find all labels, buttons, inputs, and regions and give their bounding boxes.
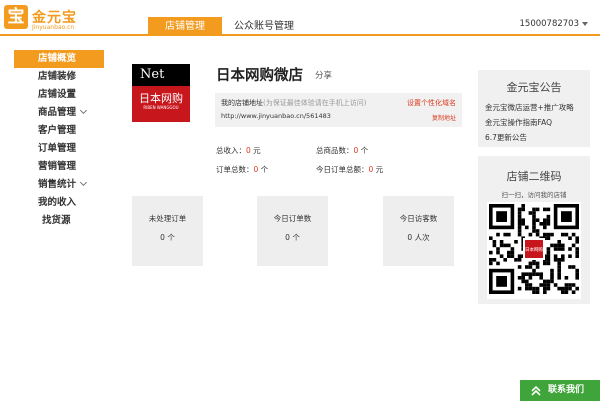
card-title: 今日订单数 <box>273 214 312 223</box>
account-phone: 15000782703 <box>519 19 580 29</box>
notice-link[interactable]: 6.7更新公告 <box>485 132 527 143</box>
caret-down-icon <box>582 21 588 26</box>
stat-unit: 个 <box>260 165 269 174</box>
sidebar-item-shop-decoration[interactable]: 店铺装修 <box>14 68 104 86</box>
today-orders-card[interactable]: 今日订单数 0 个 <box>257 196 328 266</box>
shop-name: 日本网购微店 <box>216 68 303 84</box>
chevron-down-icon <box>79 106 88 115</box>
card-value: 0 个 <box>160 233 175 242</box>
sidebar-item-label: 营销管理 <box>38 161 77 172</box>
sidebar-item-customer-management[interactable]: 客户管理 <box>14 122 104 140</box>
notice-title: 金元宝公告 <box>506 81 562 94</box>
unprocessed-orders-card[interactable]: 未处理订单 0 个 <box>132 196 203 266</box>
total-income-stat: 总收入：0 元 <box>216 145 261 156</box>
qrcode-title: 店铺二维码 <box>506 170 562 183</box>
contact-us-button[interactable]: 联系我们 <box>520 380 600 401</box>
sidebar-item-label: 我的收入 <box>38 197 77 208</box>
brand-logo[interactable]: 宝 金元宝 Jinyuanbao.cn <box>4 5 86 33</box>
contact-us-label: 联系我们 <box>548 385 585 395</box>
stat-unit: 元 <box>253 146 261 155</box>
sidebar-item-order-management[interactable]: 订单管理 <box>14 140 104 158</box>
qrcode-center-label: 日本网购 <box>525 246 543 253</box>
stat-label: 今日订单总额： <box>316 165 369 174</box>
account-menu[interactable]: 15000782703 <box>519 19 588 29</box>
stat-unit: 个 <box>360 146 369 155</box>
stat-value: 0 <box>368 165 374 174</box>
sidebar-nav: 店铺概览 店铺装修 店铺设置 商品管理 客户管理 订单管理 营销管理 销售统计 … <box>14 50 104 230</box>
total-goods-stat: 总商品数：0 个 <box>316 145 368 156</box>
chevron-down-icon <box>79 178 88 187</box>
card-value: 0 人次 <box>407 233 430 242</box>
sidebar-item-label: 店铺装修 <box>38 71 77 82</box>
top-header: 宝 金元宝 Jinyuanbao.cn 店铺管理 公众账号管理 15000782… <box>0 0 600 36</box>
stat-unit: 元 <box>375 165 384 174</box>
qrcode-subtitle: 扫一扫，访问我的店铺 <box>501 191 567 199</box>
sidebar-item-label: 店铺概览 <box>38 53 77 64</box>
sidebar-item-label: 找货源 <box>42 215 71 226</box>
notice-link[interactable]: 金元宝操作指南FAQ <box>485 117 552 128</box>
sidebar-item-marketing-management[interactable]: 营销管理 <box>14 158 104 176</box>
stat-label: 订单总数： <box>216 165 254 174</box>
shop-logo-title: 日本网购 <box>139 92 183 105</box>
qrcode-image[interactable]: 日本网购 <box>487 202 581 299</box>
sidebar-item-find-supply[interactable]: 找货源 <box>14 212 104 230</box>
card-value: 0 个 <box>285 233 300 242</box>
shop-logo-net: Net <box>132 64 190 86</box>
sidebar-item-sales-statistics[interactable]: 销售统计 <box>14 176 104 194</box>
shop-logo-pinyin: RIBEN WANGGOU <box>143 105 179 110</box>
logo-icon: 宝 <box>4 5 28 29</box>
shop-address-label: 我的店铺地址(为保证最佳体验请在手机上访问) <box>221 98 366 108</box>
stat-value: 0 <box>353 146 359 155</box>
sidebar-item-label: 销售统计 <box>38 179 77 190</box>
notice-link[interactable]: 金元宝微店运营+推广攻略 <box>485 102 574 113</box>
sidebar-item-goods-management[interactable]: 商品管理 <box>14 104 104 122</box>
stat-label: 总商品数： <box>316 146 354 155</box>
today-order-amount-stat: 今日订单总额：0 元 <box>316 164 383 175</box>
tab-shop-management[interactable]: 店铺管理 <box>148 17 222 36</box>
shop-address-box: 我的店铺地址(为保证最佳体验请在手机上访问) 设置个性化域名 http://ww… <box>215 93 462 127</box>
chevron-up-icon <box>531 385 541 396</box>
sidebar-item-my-income[interactable]: 我的收入 <box>14 194 104 212</box>
stat-value: 0 <box>246 146 251 155</box>
sidebar-item-label: 店铺设置 <box>38 89 77 100</box>
sidebar-item-label: 商品管理 <box>38 107 77 118</box>
sidebar-item-shop-settings[interactable]: 店铺设置 <box>14 86 104 104</box>
address-label-text: 我的店铺地址 <box>221 99 263 107</box>
logo-domain: Jinyuanbao.cn <box>32 24 75 31</box>
total-orders-stat: 订单总数：0 个 <box>216 164 268 175</box>
shop-url: http://www.jinyuanbao.cn/561483 <box>221 112 331 120</box>
stat-label: 总收入： <box>216 146 246 155</box>
qrcode-panel: 店铺二维码 扫一扫，访问我的店铺 日本网购 <box>478 156 590 304</box>
qrcode-graphic: 日本网购 <box>489 204 579 294</box>
shop-logo[interactable]: Net 日本网购 RIBEN WANGGOU <box>132 64 190 122</box>
custom-domain-link[interactable]: 设置个性化域名 <box>407 98 456 108</box>
share-link[interactable]: 分享 <box>315 69 332 81</box>
copy-address-link[interactable]: 复制地址 <box>432 113 456 122</box>
address-hint: (为保证最佳体验请在手机上访问) <box>263 99 367 107</box>
sidebar-item-shop-overview[interactable]: 店铺概览 <box>14 50 104 68</box>
sidebar-item-label: 客户管理 <box>38 125 77 136</box>
stat-value: 0 <box>253 165 259 174</box>
today-visitors-card[interactable]: 今日访客数 0 人次 <box>383 196 454 266</box>
notice-panel: 金元宝公告 金元宝微店运营+推广攻略 金元宝操作指南FAQ 6.7更新公告 <box>478 70 590 147</box>
tab-public-account-management[interactable]: 公众账号管理 <box>234 17 294 36</box>
sidebar-item-label: 订单管理 <box>38 143 77 154</box>
card-title: 未处理订单 <box>148 214 187 223</box>
card-title: 今日访客数 <box>399 214 438 223</box>
